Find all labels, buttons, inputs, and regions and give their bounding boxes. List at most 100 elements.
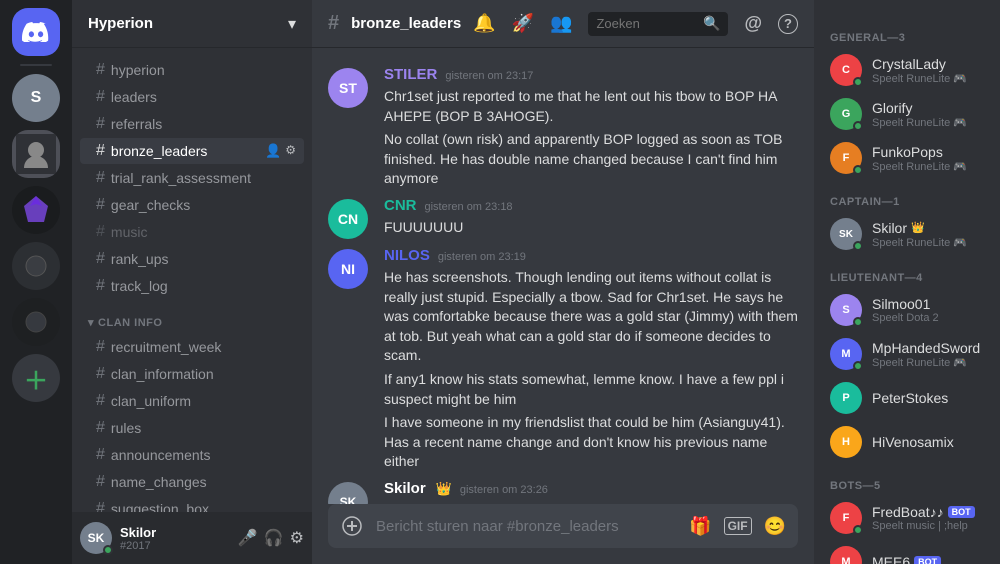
members-icon[interactable]: 👥 <box>550 13 572 34</box>
chat-area: # bronze_leaders 🔔 🚀 👥 🔍 @ ? ST STILER g… <box>312 0 814 564</box>
status-indicator <box>853 361 863 371</box>
hash-icon: # <box>96 250 105 268</box>
channel-item-gear-checks[interactable]: # gear_checks <box>80 192 304 218</box>
message-time: gisteren om 23:26 <box>460 484 548 496</box>
member-item[interactable]: M MEE6 BOT <box>822 540 1000 564</box>
channel-action-icons: 👤 ⚙ <box>265 143 296 159</box>
member-item[interactable]: C CrystalLady Speelt RuneLite 🎮 <box>822 48 1000 92</box>
hash-icon: # <box>96 338 105 356</box>
channel-name: rank_ups <box>111 251 296 267</box>
member-info: MEE6 BOT <box>872 554 1000 564</box>
message-content: Skilor 👑 gisteren om 23:26 ora s loha is… <box>384 480 798 504</box>
avatar: M <box>830 338 862 370</box>
channel-item-announcements[interactable]: # announcements <box>80 442 304 468</box>
channel-name: announcements <box>111 447 296 463</box>
member-status: Speelt RuneLite 🎮 <box>872 72 1000 85</box>
channel-item-recruitment[interactable]: # recruitment_week <box>80 334 304 360</box>
channel-name: leaders <box>111 89 296 105</box>
avatar: S <box>830 294 862 326</box>
category-label: CLAN INFO <box>98 317 162 329</box>
category-clan-info[interactable]: ▾ CLAN INFO <box>72 300 312 333</box>
server-icon-hyperion[interactable] <box>12 130 60 178</box>
add-member-icon[interactable]: 👤 <box>265 143 281 159</box>
channel-item-suggestion-box[interactable]: # suggestion_box <box>80 496 304 512</box>
discord-home-button[interactable] <box>12 8 60 56</box>
member-item[interactable]: H HiVenosamix <box>822 420 1000 464</box>
gift-icon[interactable]: 🎁 <box>689 516 711 537</box>
attach-file-button[interactable] <box>340 514 364 538</box>
search-input[interactable] <box>596 16 697 31</box>
channel-item-rules[interactable]: # rules <box>80 415 304 441</box>
avatar: SK <box>328 482 368 504</box>
member-item[interactable]: G Glorify Speelt RuneLite 🎮 <box>822 92 1000 136</box>
avatar: M <box>830 546 862 564</box>
member-name: FredBoat♪♪ BOT <box>872 504 1000 520</box>
crown-icon: 👑 <box>436 481 452 497</box>
bell-icon[interactable]: 🔔 <box>473 13 495 34</box>
hash-icon: # <box>96 392 105 410</box>
hash-icon: # <box>96 277 105 295</box>
at-icon[interactable]: @ <box>744 13 762 34</box>
member-info: FredBoat♪♪ BOT Speelt music | ;help <box>872 504 1000 532</box>
members-sidebar: GENERAL—3 C CrystalLady Speelt RuneLite … <box>814 0 1000 564</box>
channel-item-clan-info[interactable]: # clan_information <box>80 361 304 387</box>
channel-item-trial-rank[interactable]: # trial_rank_assessment <box>80 165 304 191</box>
avatar: SK <box>830 218 862 250</box>
member-item[interactable]: SK Skilor 👑 Speelt RuneLite 🎮 <box>822 212 1000 256</box>
channel-item-bronze-leaders[interactable]: # bronze_leaders 👤 ⚙ <box>80 138 304 164</box>
member-info: HiVenosamix <box>872 434 1000 450</box>
server-icon-s[interactable]: S <box>12 74 60 122</box>
channel-item-leaders[interactable]: # leaders <box>80 84 304 110</box>
member-name: HiVenosamix <box>872 434 1000 450</box>
avatar: NI <box>328 249 368 289</box>
message-author[interactable]: NILOS <box>384 247 430 264</box>
server-icon-circle[interactable] <box>12 242 60 290</box>
message-header: NILOS gisteren om 23:19 <box>384 247 798 264</box>
channel-sidebar: Hyperion ▾ # hyperion # leaders # referr… <box>72 0 312 564</box>
settings-icon[interactable]: ⚙ <box>290 528 304 548</box>
crown-icon: 👑 <box>911 221 925 234</box>
emoji-icon[interactable]: 😊 <box>764 516 786 537</box>
member-item[interactable]: M MpHandedSword Speelt RuneLite 🎮 <box>822 332 1000 376</box>
server-icon-dark[interactable] <box>12 298 60 346</box>
gear-icon[interactable]: ⚙ <box>285 143 296 159</box>
channel-item-music[interactable]: # music <box>80 219 304 245</box>
channel-name: referrals <box>111 116 296 132</box>
message-author[interactable]: Skilor <box>384 480 426 497</box>
channel-item-clan-uniform[interactable]: # clan_uniform <box>80 388 304 414</box>
hash-icon: # <box>96 365 105 383</box>
channel-item-hyperion[interactable]: # hyperion <box>80 57 304 83</box>
message-time: gisteren om 23:17 <box>445 70 533 82</box>
channel-item-rank-ups[interactable]: # rank_ups <box>80 246 304 272</box>
hash-icon: # <box>96 196 105 214</box>
hash-icon: # <box>96 446 105 464</box>
server-header[interactable]: Hyperion ▾ <box>72 0 312 48</box>
channel-item-track-log[interactable]: # track_log <box>80 273 304 299</box>
channel-item-name-changes[interactable]: # name_changes <box>80 469 304 495</box>
message-author[interactable]: STILER <box>384 66 437 83</box>
member-item[interactable]: F FredBoat♪♪ BOT Speelt music | ;help <box>822 496 1000 540</box>
message-author[interactable]: CNR <box>384 197 417 214</box>
mute-icon[interactable]: 🎤 <box>238 528 258 548</box>
help-icon[interactable]: ? <box>778 14 798 34</box>
add-server-button[interactable]: ＋ <box>12 354 60 402</box>
status-indicator <box>853 165 863 175</box>
deafen-icon[interactable]: 🎧 <box>264 528 284 548</box>
channel-name: track_log <box>111 278 296 294</box>
channel-item-referrals[interactable]: # referrals <box>80 111 304 137</box>
server-icon-wolf[interactable] <box>12 186 60 234</box>
message-input[interactable] <box>376 518 677 535</box>
gif-icon[interactable]: GIF <box>724 517 752 535</box>
user-area: SK Skilor #2017 🎤 🎧 ⚙ <box>72 512 312 564</box>
member-item[interactable]: S Silmoo01 Speelt Dota 2 <box>822 288 1000 332</box>
member-status: Speelt RuneLite 🎮 <box>872 236 1000 249</box>
bot-badge: BOT <box>914 556 941 564</box>
server-divider <box>20 64 52 66</box>
search-box[interactable]: 🔍 <box>588 12 728 36</box>
member-status: Speelt RuneLite 🎮 <box>872 356 1000 369</box>
member-item[interactable]: P PeterStokes <box>822 376 1000 420</box>
message-group: ST STILER gisteren om 23:17 Chr1set just… <box>312 64 814 191</box>
channel-hash-icon: # <box>328 12 339 35</box>
member-item[interactable]: F FunkoPops Speelt RuneLite 🎮 <box>822 136 1000 180</box>
boost-icon[interactable]: 🚀 <box>512 13 534 34</box>
